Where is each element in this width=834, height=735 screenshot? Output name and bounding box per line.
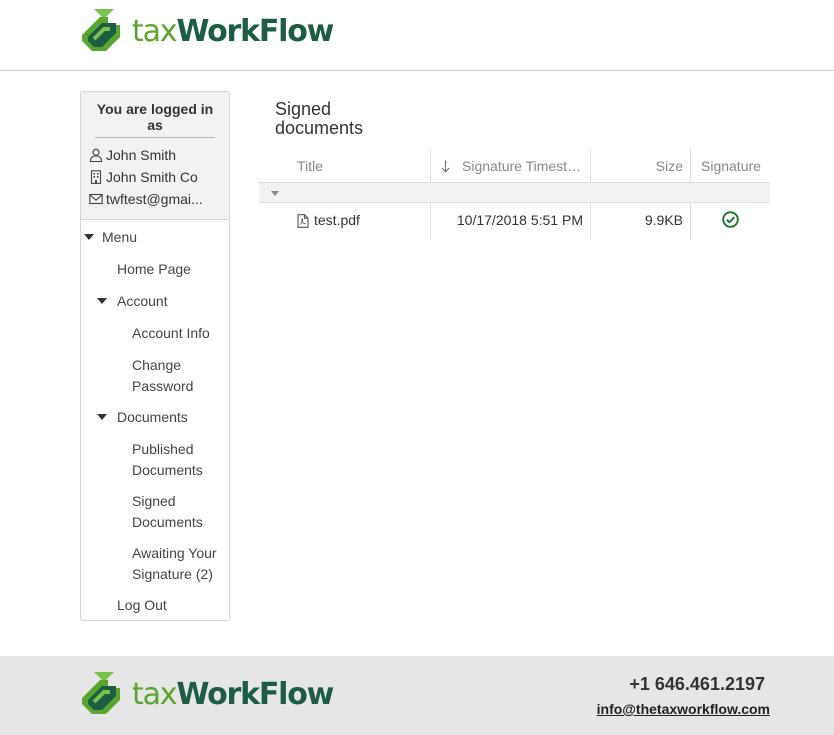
site-footer: taxWorkFlow +1 646.461.2197 info@thetaxw… — [0, 656, 834, 735]
sidebar-item-signed-documents[interactable]: Signed Documents — [132, 491, 203, 533]
column-divider — [430, 149, 431, 183]
footer-logo-workflow-text: WorkFlow — [176, 677, 334, 712]
page-title-line1: Signed — [275, 99, 332, 119]
column-divider — [690, 203, 691, 240]
page-title-line2: documents — [275, 118, 364, 138]
footer-taxworkflow-logo[interactable]: taxWorkFlow — [80, 670, 334, 720]
column-header-signature[interactable]: Signature — [701, 149, 770, 183]
column-divider — [590, 149, 591, 183]
signed-documents-grid: Title Signature Timesta... Size Signatur… — [259, 149, 770, 240]
change-password-line2: Password — [132, 378, 194, 394]
sidebar-item-log-out[interactable]: Log Out — [117, 595, 167, 616]
envelope-icon — [89, 193, 103, 205]
user-email: twftest@gmai... — [106, 191, 203, 207]
sidebar-item-awaiting-signature[interactable]: Awaiting Your Signature (2) — [132, 543, 217, 585]
column-divider — [430, 203, 431, 240]
pdf-file-icon — [297, 214, 309, 228]
user-name: John Smith — [106, 147, 177, 163]
awaiting-line1: Awaiting Your — [132, 545, 217, 561]
sidebar-item-change-password[interactable]: Change Password — [132, 355, 193, 397]
signed-line1: Signed — [132, 493, 176, 509]
logged-in-label: You are logged in as — [95, 101, 215, 138]
menu-expand-caret-icon[interactable] — [84, 234, 94, 240]
group-collapse-caret-icon[interactable] — [271, 191, 279, 196]
change-password-line1: Change — [132, 357, 182, 373]
signed-check-icon[interactable] — [722, 211, 739, 228]
cell-timestamp: 10/17/2018 5:51 PM — [456, 212, 583, 228]
sidebar-item-account[interactable]: Account — [117, 291, 168, 312]
table-row[interactable]: test.pdf 10/17/2018 5:51 PM 9.9KB — [259, 203, 770, 240]
column-divider — [590, 203, 591, 240]
sidebar-item-home[interactable]: Home Page — [117, 259, 191, 280]
logo-workflow-text: WorkFlow — [176, 14, 334, 49]
footer-logo-tax-text: tax — [132, 677, 178, 712]
awaiting-line2: Signature (2) — [132, 566, 213, 582]
user-name-row: John Smith — [89, 144, 221, 166]
sidebar-item-account-info[interactable]: Account Info — [132, 323, 210, 344]
sidebar-item-published-documents[interactable]: Published Documents — [132, 439, 203, 481]
building-icon — [90, 170, 102, 184]
column-header-title[interactable]: Title — [297, 149, 427, 183]
account-expand-caret-icon[interactable] — [97, 298, 107, 304]
user-icon — [89, 148, 103, 162]
documents-expand-caret-icon[interactable] — [97, 414, 107, 420]
user-company-row: John Smith Co — [89, 166, 221, 188]
user-info-box: You are logged in as John Smith John Smi… — [81, 92, 229, 220]
logo-mark-icon — [82, 9, 120, 51]
column-header-size[interactable]: Size — [599, 149, 683, 183]
group-row[interactable] — [259, 183, 770, 203]
column-divider — [690, 149, 691, 183]
footer-phone[interactable]: +1 646.461.2197 — [629, 674, 765, 695]
footer-email-link[interactable]: info@thetaxworkflow.com — [597, 701, 770, 717]
published-line2: Documents — [132, 462, 203, 478]
logo-tax-text: tax — [132, 14, 178, 49]
sidebar: You are logged in as John Smith John Smi… — [80, 91, 230, 621]
site-header: taxWorkFlow — [0, 0, 834, 71]
menu-root[interactable]: Menu — [102, 227, 137, 248]
cell-size: 9.9KB — [644, 212, 683, 228]
page-title: Signed documents — [275, 100, 395, 138]
logo-mark-icon — [82, 672, 120, 714]
column-header-signature-timestamp[interactable]: Signature Timesta... — [462, 149, 586, 183]
taxworkflow-logo[interactable]: taxWorkFlow — [80, 7, 334, 57]
sort-down-arrow-icon[interactable] — [441, 160, 450, 173]
published-line1: Published — [132, 441, 194, 457]
user-email-row: twftest@gmai... — [89, 188, 221, 210]
sidebar-item-documents[interactable]: Documents — [117, 407, 188, 428]
cell-title[interactable]: test.pdf — [314, 203, 360, 240]
signed-line2: Documents — [132, 514, 203, 530]
grid-header: Title Signature Timesta... Size Signatur… — [259, 149, 770, 183]
user-company: John Smith Co — [106, 169, 198, 185]
